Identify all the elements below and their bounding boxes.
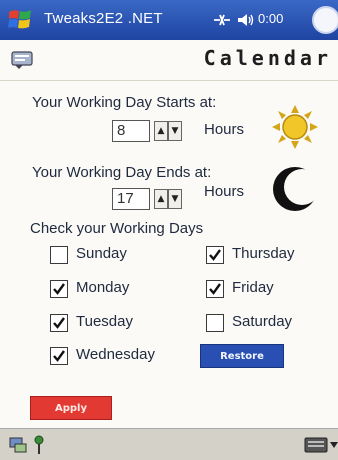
working-days-heading: Check your Working Days (30, 220, 204, 237)
page-header: Calendar (0, 40, 338, 81)
connectivity-icon[interactable] (212, 11, 232, 29)
start-hour-field[interactable]: 8 (112, 120, 150, 142)
bottom-command-bar (0, 428, 338, 460)
end-hour-decrement-button[interactable]: ▼ (168, 189, 182, 209)
checkbox-monday-label: Monday (76, 279, 130, 296)
checkbox-friday-label: Friday (232, 279, 274, 296)
title-bar: Tweaks2E2 .NET 0:00 (0, 0, 338, 40)
end-time-label: Your Working Day Ends at: (32, 164, 212, 181)
clock[interactable]: 0:00 (258, 11, 283, 26)
end-hour-unit: Hours (204, 183, 245, 200)
windows-flag-icon[interactable] (6, 6, 34, 34)
end-hour-increment-button[interactable]: ▲ (154, 189, 168, 209)
checkbox-tuesday-label: Tuesday (76, 313, 133, 330)
checkbox-saturday-label: Saturday (232, 313, 293, 330)
checkbox-wednesday[interactable] (50, 347, 68, 365)
checkbox-monday[interactable] (50, 280, 68, 298)
start-hour-increment-button[interactable]: ▲ (154, 121, 168, 141)
apply-button[interactable]: Apply (30, 396, 112, 420)
keyboard-icon[interactable] (304, 437, 328, 453)
restore-button[interactable]: Restore (200, 344, 284, 368)
ok-button[interactable] (312, 6, 338, 34)
checkbox-thursday-label: Thursday (232, 245, 295, 262)
checkbox-thursday[interactable] (206, 246, 224, 264)
sync-icon[interactable] (8, 435, 28, 455)
sun-icon (272, 105, 318, 149)
checkbox-wednesday-label: Wednesday (76, 346, 155, 363)
page-title: Calendar (203, 46, 332, 70)
menu-icon[interactable] (10, 50, 36, 70)
checkbox-saturday[interactable] (206, 314, 224, 332)
app-title: Tweaks2E2 .NET (44, 10, 163, 27)
moon-icon (273, 167, 320, 211)
end-hour-field[interactable]: 17 (112, 188, 150, 210)
pocketpc-screen: Tweaks2E2 .NET 0:00 Calendar Your Workin… (0, 0, 338, 460)
checkbox-sunday-label: Sunday (76, 245, 127, 262)
checkbox-friday[interactable] (206, 280, 224, 298)
start-hour-decrement-button[interactable]: ▼ (168, 121, 182, 141)
checkbox-tuesday[interactable] (50, 314, 68, 332)
start-time-label: Your Working Day Starts at: (32, 94, 217, 111)
start-hour-unit: Hours (204, 121, 245, 138)
volume-icon[interactable] (236, 11, 254, 29)
checkbox-sunday[interactable] (50, 246, 68, 264)
pin-icon[interactable] (32, 435, 46, 455)
input-panel-arrow-icon[interactable] (330, 442, 338, 448)
